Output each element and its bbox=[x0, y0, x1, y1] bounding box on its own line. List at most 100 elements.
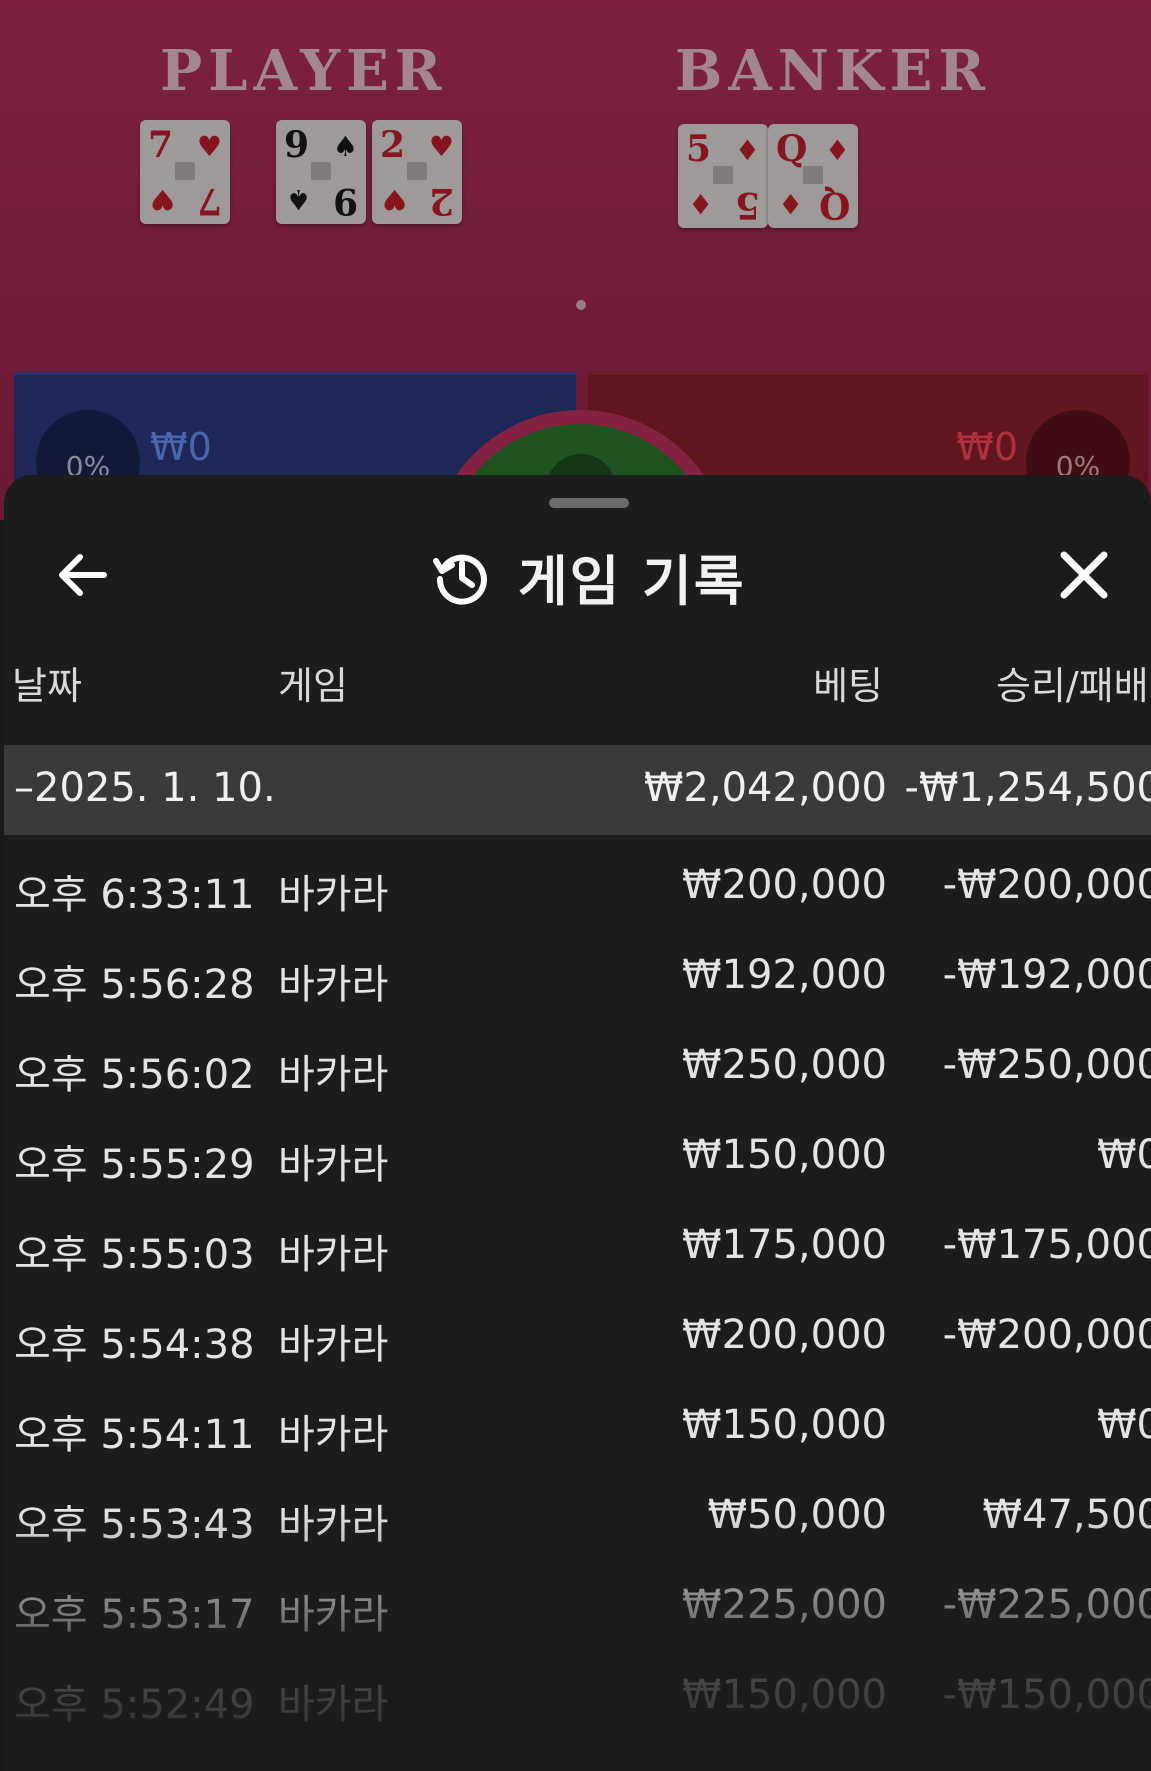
card-suit: ♠ bbox=[332, 130, 358, 163]
card-rank-bottom: 2 bbox=[428, 180, 454, 222]
row-time: 오후 5:56:02 bbox=[14, 1052, 255, 1098]
close-icon bbox=[1060, 551, 1108, 599]
row-time: 오후 5:53:43 bbox=[14, 1502, 255, 1548]
row-result: ₩0 bbox=[1097, 1402, 1151, 1448]
row-bet: ₩175,000 bbox=[682, 1222, 887, 1268]
card-suit: ♦ bbox=[824, 134, 850, 167]
row-bet: ₩192,000 bbox=[682, 952, 887, 998]
sheet-drag-handle[interactable] bbox=[549, 498, 629, 508]
game-history-sheet: 게임 기록 날짜 게임 베팅 승리/패배 –2025. 1. 10. ₩2,04… bbox=[4, 475, 1151, 1771]
card-rank-bottom: Q bbox=[818, 184, 850, 226]
row-bet: ₩225,000 bbox=[682, 1582, 887, 1628]
player-label: PLAYER bbox=[160, 38, 448, 104]
row-bet: ₩250,000 bbox=[682, 1042, 887, 1088]
row-bet: ₩150,000 bbox=[682, 1402, 887, 1448]
card-suit: ♦ bbox=[734, 134, 760, 167]
playing-card: 2 ♥ 2 ♥ bbox=[372, 120, 462, 224]
banker-bet-amount: ₩0 bbox=[956, 425, 1018, 469]
table-header: 날짜 게임 베팅 승리/패배 bbox=[4, 655, 1151, 715]
card-rank: 2 bbox=[380, 124, 406, 166]
table-row[interactable]: 오후 5:55:03 바카라 ₩175,000 -₩175,000 bbox=[4, 1195, 1151, 1285]
row-time: 오후 5:53:17 bbox=[14, 1592, 255, 1638]
card-rank-bottom: 5 bbox=[734, 184, 760, 226]
row-time: 오후 5:52:49 bbox=[14, 1682, 255, 1728]
row-game: 바카라 bbox=[278, 962, 389, 1008]
card-center bbox=[311, 162, 331, 180]
card-suit: ♥ bbox=[196, 130, 222, 163]
row-game: 바카라 bbox=[278, 1592, 389, 1638]
card-suit-bottom: ♦ bbox=[778, 187, 804, 220]
row-bet: ₩200,000 bbox=[682, 862, 887, 908]
row-result: -₩250,000 bbox=[942, 1042, 1151, 1088]
row-result: -₩192,000 bbox=[942, 952, 1151, 998]
table-row[interactable]: 오후 5:56:02 바카라 ₩250,000 -₩250,000 bbox=[4, 1015, 1151, 1105]
row-result: -₩200,000 bbox=[942, 862, 1151, 908]
playing-card: 9 ♠ 9 ♠ bbox=[276, 120, 366, 224]
row-time: 오후 5:54:38 bbox=[14, 1322, 255, 1368]
row-result: -₩150,000 bbox=[942, 1672, 1151, 1718]
row-game: 바카라 bbox=[278, 1052, 389, 1098]
row-time: 오후 5:55:03 bbox=[14, 1232, 255, 1278]
group-total-bet: ₩2,042,000 bbox=[643, 765, 887, 811]
table-row[interactable]: 오후 5:54:11 바카라 ₩150,000 ₩0 bbox=[4, 1375, 1151, 1465]
row-result: -₩200,000 bbox=[942, 1312, 1151, 1358]
card-suit: ♥ bbox=[428, 130, 454, 163]
row-bet: ₩150,000 bbox=[682, 1672, 887, 1718]
card-suit-bottom: ♥ bbox=[382, 183, 408, 216]
history-rows: 오후 6:33:11 바카라 ₩200,000 -₩200,000 오후 5:56:28… bbox=[4, 835, 1151, 1735]
close-button[interactable] bbox=[1054, 545, 1114, 605]
row-game: 바카라 bbox=[278, 872, 389, 918]
row-time: 오후 5:56:28 bbox=[14, 962, 255, 1008]
date-group-row[interactable]: –2025. 1. 10. ₩2,042,000 -₩1,254,500 bbox=[4, 745, 1151, 835]
card-center bbox=[175, 162, 195, 180]
table-row[interactable]: 오후 5:53:17 바카라 ₩225,000 -₩225,000 bbox=[4, 1555, 1151, 1645]
sheet-header: 게임 기록 bbox=[4, 535, 1151, 615]
row-bet: ₩200,000 bbox=[682, 1312, 887, 1358]
row-bet: ₩50,000 bbox=[707, 1492, 887, 1538]
player-bet-amount: ₩0 bbox=[150, 425, 212, 469]
playing-card: 5 ♦ 5 ♦ bbox=[678, 124, 768, 228]
card-center bbox=[407, 162, 427, 180]
column-bet[interactable]: 베팅 bbox=[813, 655, 883, 710]
card-rank: 9 bbox=[284, 124, 310, 166]
row-result: -₩175,000 bbox=[942, 1222, 1151, 1268]
baccarat-table: PLAYER BANKER 7 ♥ 7 ♥ 9 ♠ 9 ♠ 2 ♥ 2 ♥ 5 ♦ 5 ♦ Q ♦ Q ♦ 0% ₩… bbox=[0, 0, 1151, 520]
row-bet: ₩150,000 bbox=[682, 1132, 887, 1178]
card-rank: Q bbox=[776, 128, 808, 170]
row-result: ₩47,500 bbox=[982, 1492, 1151, 1538]
table-row[interactable]: 오후 5:55:29 바카라 ₩150,000 ₩0 bbox=[4, 1105, 1151, 1195]
card-rank-bottom: 7 bbox=[196, 180, 222, 222]
row-time: 오후 5:54:11 bbox=[14, 1412, 255, 1458]
card-suit-bottom: ♦ bbox=[688, 187, 714, 220]
column-date[interactable]: 날짜 bbox=[12, 655, 82, 710]
row-game: 바카라 bbox=[278, 1142, 389, 1188]
group-date: –2025. 1. 10. bbox=[14, 765, 276, 811]
column-result[interactable]: 승리/패배 bbox=[996, 655, 1149, 710]
row-result: ₩0 bbox=[1097, 1132, 1151, 1178]
row-time: 오후 6:33:11 bbox=[14, 872, 255, 918]
row-game: 바카라 bbox=[278, 1412, 389, 1458]
card-rank-bottom: 9 bbox=[332, 180, 358, 222]
table-row[interactable]: 오후 5:53:43 바카라 ₩50,000 ₩47,500 bbox=[4, 1465, 1151, 1555]
banker-label: BANKER bbox=[675, 38, 991, 104]
back-button[interactable] bbox=[54, 547, 110, 603]
row-game: 바카라 bbox=[278, 1232, 389, 1278]
row-result: -₩225,000 bbox=[942, 1582, 1151, 1628]
row-game: 바카라 bbox=[278, 1322, 389, 1368]
table-row[interactable]: 오후 5:54:38 바카라 ₩200,000 -₩200,000 bbox=[4, 1285, 1151, 1375]
card-center bbox=[713, 166, 733, 184]
playing-card: 7 ♥ 7 ♥ bbox=[140, 120, 230, 224]
row-game: 바카라 bbox=[278, 1502, 389, 1548]
table-row[interactable]: 오후 5:52:49 바카라 ₩150,000 -₩150,000 bbox=[4, 1645, 1151, 1735]
card-center bbox=[803, 166, 823, 184]
table-row[interactable]: 오후 5:56:28 바카라 ₩192,000 -₩192,000 bbox=[4, 925, 1151, 1015]
column-game[interactable]: 게임 bbox=[278, 655, 348, 710]
card-suit-bottom: ♥ bbox=[150, 183, 176, 216]
table-marker bbox=[576, 300, 586, 310]
card-suit-bottom: ♠ bbox=[286, 183, 312, 216]
history-icon bbox=[433, 554, 487, 605]
table-row[interactable]: 오후 6:33:11 바카라 ₩200,000 -₩200,000 bbox=[4, 835, 1151, 925]
sheet-title-group: 게임 기록 bbox=[432, 541, 746, 613]
row-game: 바카라 bbox=[278, 1682, 389, 1728]
card-rank: 5 bbox=[686, 128, 712, 170]
